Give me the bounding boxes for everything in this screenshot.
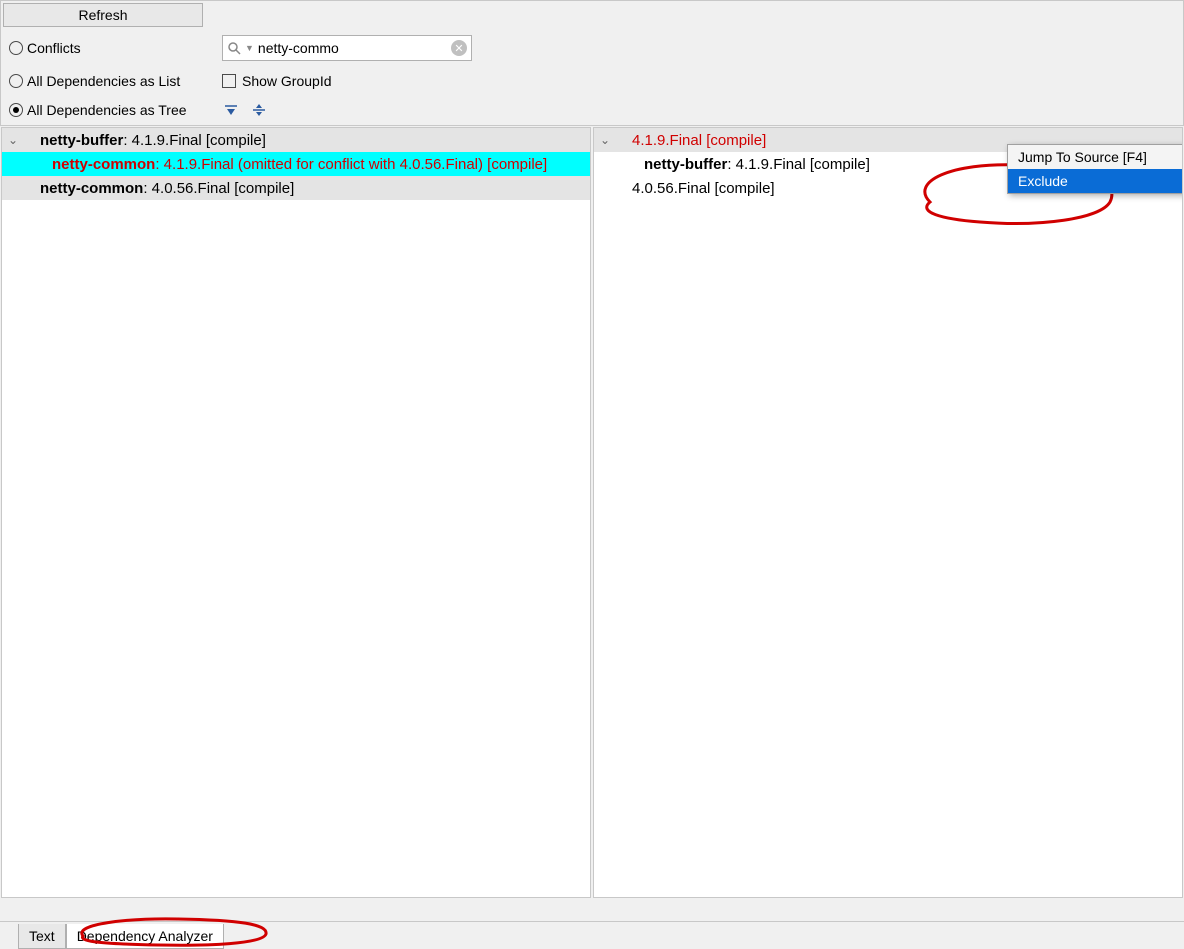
- radio-icon: [9, 74, 23, 88]
- radio-icon: [9, 41, 23, 55]
- radio-conflicts[interactable]: Conflicts: [9, 40, 214, 56]
- dep-name: netty-common: [52, 156, 155, 173]
- dep-name: netty-buffer: [40, 132, 123, 149]
- dep-version: 4.1.9.Final [compile]: [632, 132, 766, 149]
- dep-name: netty-common: [40, 180, 143, 197]
- dep-detail: : 4.1.9.Final [compile]: [727, 156, 870, 173]
- bottom-tabs: Text Dependency Analyzer: [0, 921, 1184, 949]
- clear-icon[interactable]: ✕: [451, 40, 467, 56]
- chevron-down-icon[interactable]: ⌄: [8, 133, 22, 147]
- tree-row-child-conflict[interactable]: netty-common : 4.1.9.Final (omitted for …: [2, 152, 590, 176]
- filter-row-3: All Dependencies as Tree: [0, 95, 1184, 125]
- filter-row-2: All Dependencies as List Show GroupId: [0, 67, 1184, 95]
- search-box[interactable]: ▼ netty-commo ✕: [222, 35, 472, 61]
- dropdown-caret-icon[interactable]: ▼: [245, 43, 254, 53]
- dep-detail: : 4.1.9.Final [compile]: [123, 132, 266, 149]
- collapse-all-icon[interactable]: [250, 101, 268, 119]
- menu-label: Exclude: [1018, 173, 1068, 189]
- dep-detail: : 4.1.9.Final (omitted for conflict with…: [155, 156, 547, 173]
- all-tree-label: All Dependencies as Tree: [27, 102, 187, 118]
- left-tree-pane[interactable]: ⌄ netty-buffer : 4.1.9.Final [compile] n…: [1, 127, 591, 898]
- menu-label: Jump To Source [F4]: [1018, 149, 1147, 165]
- dep-name: netty-buffer: [644, 156, 727, 173]
- expand-all-icon[interactable]: [222, 101, 240, 119]
- context-menu: Jump To Source [F4] Exclude: [1007, 144, 1183, 194]
- all-list-label: All Dependencies as List: [27, 73, 180, 89]
- dep-version: 4.0.56.Final [compile]: [632, 180, 775, 197]
- radio-all-list[interactable]: All Dependencies as List: [9, 73, 214, 89]
- show-groupid-label: Show GroupId: [242, 73, 332, 89]
- conflicts-label: Conflicts: [27, 40, 81, 56]
- search-icon: [227, 41, 241, 55]
- tab-text[interactable]: Text: [18, 924, 66, 949]
- radio-all-tree[interactable]: All Dependencies as Tree: [9, 102, 214, 118]
- refresh-button[interactable]: Refresh: [3, 3, 203, 27]
- right-tree-pane[interactable]: ⌄ 4.1.9.Final [compile] netty-buffer : 4…: [593, 127, 1183, 898]
- checkbox-icon: [222, 74, 236, 88]
- menu-item-exclude[interactable]: Exclude: [1008, 169, 1183, 193]
- split-area: ⌄ netty-buffer : 4.1.9.Final [compile] n…: [0, 125, 1184, 899]
- tab-label: Text: [29, 928, 55, 944]
- dep-detail: : 4.0.56.Final [compile]: [143, 180, 294, 197]
- checkbox-show-groupid[interactable]: Show GroupId: [222, 73, 332, 89]
- tree-row-root[interactable]: ⌄ netty-buffer : 4.1.9.Final [compile]: [2, 128, 590, 152]
- radio-icon-checked: [9, 103, 23, 117]
- search-input[interactable]: netty-commo: [258, 40, 447, 56]
- tab-label: Dependency Analyzer: [77, 928, 213, 944]
- tree-tool-icons: [222, 101, 268, 119]
- refresh-label: Refresh: [78, 7, 127, 23]
- top-panel: Refresh: [0, 0, 1184, 29]
- menu-item-jump-to-source[interactable]: Jump To Source [F4]: [1008, 145, 1183, 169]
- tree-row-child[interactable]: netty-common : 4.0.56.Final [compile]: [2, 176, 590, 200]
- filter-row-1: Conflicts ▼ netty-commo ✕: [0, 29, 1184, 67]
- chevron-down-icon[interactable]: ⌄: [600, 133, 614, 147]
- tab-dependency-analyzer[interactable]: Dependency Analyzer: [66, 924, 224, 949]
